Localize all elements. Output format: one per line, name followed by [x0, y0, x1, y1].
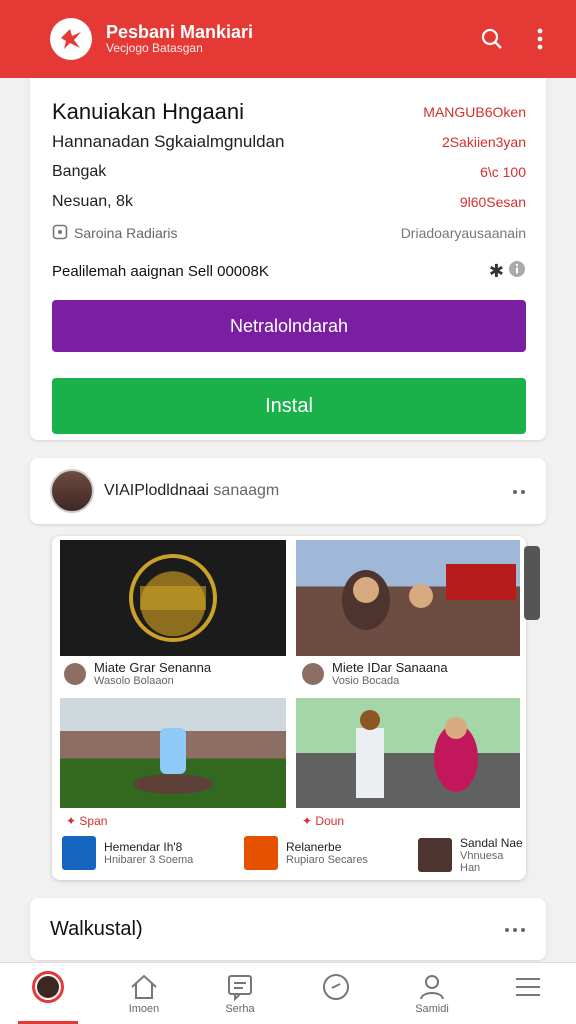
- app-title: Pesbani Mankiari: [106, 21, 254, 42]
- search-icon[interactable]: [472, 19, 512, 59]
- note-left: Saroina Radiaris: [52, 224, 178, 243]
- thumbnail: [244, 836, 278, 870]
- compass-icon: [323, 973, 349, 1000]
- avatar: [32, 970, 64, 1003]
- strip-2-title: Relanerbe: [286, 840, 342, 854]
- nav-item-menu[interactable]: [480, 963, 576, 1024]
- details-subtitle-row: Hannanadan Sgkaialmgnuldan 2Sakiien3yan: [52, 128, 526, 156]
- people-image: [342, 564, 516, 630]
- note-value: Driadoaryausaanain: [400, 225, 526, 241]
- profile-name: VIAIPlodldnaai: [104, 482, 209, 499]
- footer-icons: ✱: [489, 260, 526, 282]
- media-gallery: Miate Grar Senanna Wasolo Bolaaon Miete …: [52, 536, 526, 880]
- tag-right-wrap: ✦ Doun: [302, 814, 344, 828]
- profile-card[interactable]: VIAIPlodldnaai sanaagm: [30, 458, 546, 524]
- more-horizontal-icon[interactable]: [504, 920, 526, 938]
- media-tile-4[interactable]: [296, 698, 520, 808]
- avatar: [302, 662, 324, 685]
- user-icon: [420, 974, 444, 999]
- app-bar: Pesbani Mankiari Vecjogo Batasgan: [0, 0, 576, 78]
- section-card: Walkustal): [30, 898, 546, 960]
- app-subtitle: Vecjogo Batasgan: [106, 41, 203, 56]
- nav-label-account: Samidi: [415, 1002, 449, 1015]
- nav-label-messages: Serha: [225, 1002, 255, 1015]
- monument-image: [133, 728, 213, 794]
- details-footer-row: Pealilemah aaignan Sell 00008K ✱: [52, 256, 526, 286]
- tile-1-caption-text: Miate Grar Senanna Wasolo Bolaaon: [94, 660, 211, 687]
- details-card: Kanuiakan Hngaani MANGUB6Oken Hannanadan…: [30, 78, 546, 440]
- profile-name-line: VIAIPlodldnaai sanaagm: [104, 482, 512, 500]
- section-title: Walkustal): [50, 917, 143, 940]
- row2-value: 9l60Sesan: [459, 194, 526, 210]
- avatar[interactable]: [50, 469, 94, 513]
- more-vertical-icon[interactable]: [520, 19, 560, 59]
- nav-label-home: Imoen: [128, 1002, 160, 1015]
- nav-item-messages[interactable]: Serha: [192, 963, 288, 1024]
- strip-item-3-text: Sandal Nae Vhnuesa Han: [460, 836, 526, 874]
- details-subtitle: Hannanadan Sgkaialmgnuldan: [52, 132, 285, 151]
- details-title-right: MANGUB6Oken: [423, 104, 526, 120]
- media-tile-2[interactable]: [296, 540, 520, 656]
- details-note-row: Saroina Radiaris Driadoaryausaanain: [52, 218, 526, 248]
- strip-item-1-text: Hemendar Ih'8 Hnibarer 3 Soema: [104, 840, 193, 866]
- message-icon: [228, 974, 252, 1001]
- details-row-1: Bangak 6\c 100: [52, 158, 526, 186]
- bookmark-icon: ✦: [66, 814, 77, 828]
- details-subtitle-right: 2Sakiien3yan: [441, 134, 526, 150]
- footer-text: Pealilemah aaignan Sell 00008K: [52, 262, 269, 280]
- strip-item-3[interactable]: Sandal Nae Vhnuesa Han: [418, 836, 526, 874]
- asterisk-icon: ✱: [488, 260, 504, 281]
- row2-label: Nesuan, 8k: [52, 193, 133, 210]
- profile-handle: sanaagm: [213, 482, 280, 499]
- note-label: Saroina Radiaris: [74, 225, 178, 241]
- nav-item-profile[interactable]: [0, 963, 96, 1024]
- details-title: Kanuiakan Hngaani: [52, 99, 245, 124]
- media-tile-3[interactable]: [60, 698, 286, 808]
- strip-2-sub: Rupiaro Secares: [286, 854, 368, 866]
- gallery-scroll-handle[interactable]: [524, 546, 540, 620]
- strip-1-title: Hemendar Ih'8: [104, 840, 183, 854]
- app-logo: [50, 18, 92, 60]
- row1-label: Bangak: [52, 163, 107, 180]
- tile-2-caption-sub: Vosio Bocada: [332, 675, 400, 687]
- emblem-image: [129, 554, 217, 642]
- tile-1-caption: Miate Grar Senanna Wasolo Bolaaon: [64, 660, 211, 687]
- chat-icon: [52, 224, 68, 243]
- bookmark-icon: ✦: [302, 814, 313, 828]
- info-icon[interactable]: [508, 260, 526, 282]
- strip-item-1[interactable]: Hemendar Ih'8 Hnibarer 3 Soema: [62, 836, 193, 870]
- nav-item-account[interactable]: Samidi: [384, 963, 480, 1024]
- strip-1-sub: Hnibarer 3 Soema: [104, 854, 194, 866]
- tile-2-caption: Miete IDar Sanaana Vosio Bocada: [302, 660, 448, 687]
- home-icon: [131, 974, 157, 999]
- avatar: [64, 662, 86, 685]
- strip-3-title: Sandal Nae: [460, 836, 523, 850]
- nav-item-home[interactable]: Imoen: [96, 963, 192, 1024]
- brand: Pesbani Mankiari Vecjogo Batasgan: [106, 21, 464, 56]
- strip-item-2[interactable]: Relanerbe Rupiaro Secares: [244, 836, 368, 870]
- details-title-row: Kanuiakan Hngaani MANGUB6Oken: [52, 98, 526, 126]
- row1-value: 6\c 100: [480, 164, 526, 180]
- tile-1-caption-title: Miate Grar Senanna: [94, 660, 212, 675]
- tile-1-caption-sub: Wasolo Bolaaon: [94, 675, 174, 687]
- install-button[interactable]: Instal: [52, 378, 526, 434]
- bottom-navigation: Imoen Serha Samidi: [0, 962, 576, 1024]
- strip-item-2-text: Relanerbe Rupiaro Secares: [286, 840, 368, 866]
- tag-right: Doun: [315, 814, 345, 828]
- crowd-image: [356, 710, 478, 798]
- thumbnail: [62, 836, 96, 870]
- nav-item-explore[interactable]: [288, 963, 384, 1024]
- purple-action-button[interactable]: Netralolndarah: [52, 300, 526, 352]
- tile-2-caption-title: Miete IDar Sanaana: [332, 660, 448, 675]
- more-horizontal-icon[interactable]: [512, 482, 526, 500]
- tag-left: Span: [79, 814, 108, 828]
- strip-3-sub: Vhnuesa Han: [460, 850, 504, 874]
- tag-left-wrap: ✦ Span: [66, 814, 107, 828]
- tile-2-caption-text: Miete IDar Sanaana Vosio Bocada: [332, 660, 448, 687]
- menu-icon: [516, 977, 540, 996]
- thumbnail: [418, 838, 452, 872]
- details-row-2: Nesuan, 8k 9l60Sesan: [52, 188, 526, 216]
- media-tile-1[interactable]: [60, 540, 286, 656]
